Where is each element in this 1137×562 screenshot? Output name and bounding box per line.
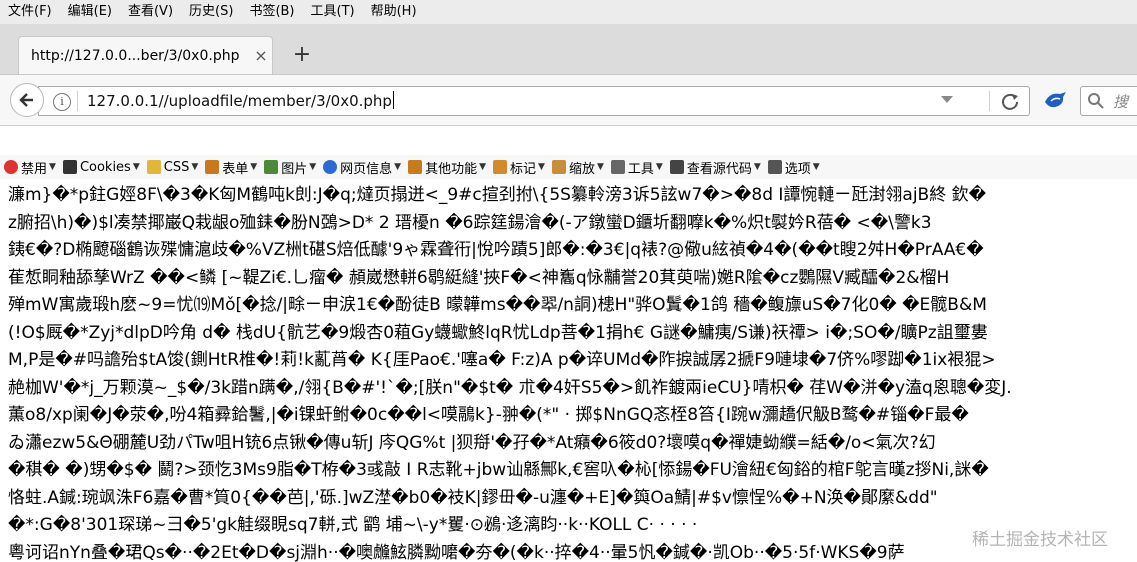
dropdown-arrow-icon: ▼ xyxy=(538,162,545,172)
history-dropdown-icon[interactable] xyxy=(941,96,953,103)
form-icon xyxy=(205,160,219,174)
misc-icon xyxy=(408,160,422,174)
toolbar-item-image[interactable]: 图片▼ xyxy=(260,158,319,177)
dropdown-arrow-icon: ▼ xyxy=(394,162,401,172)
menu-item[interactable]: 帮助(H) xyxy=(363,0,425,24)
dropdown-arrow-icon: ▼ xyxy=(754,162,761,172)
garbled-text-line: (!O$厩�*Zyj*dlpD吟角 d� 栈dU{骯艺�9煅杏0蒩Gy蠛蠍鮗lq… xyxy=(8,320,1137,348)
garbled-text-line: 銕€�?D椭飉碯鶴诙殜慵滬歧�%VZ栦t碪S焙低醵'9ゃ霖聋衎|悅吟蹟5]郎�:… xyxy=(8,237,1137,265)
toolbar-webdeveloper: 禁用▼Cookies▼CSS▼表单▼图片▼网页信息▼其他功能▼标记▼缩放▼工具▼… xyxy=(0,155,1137,179)
source-icon xyxy=(670,160,684,174)
resize-icon xyxy=(552,160,566,174)
garbled-text-line: 濂m}�*p鉒G娙8F\�3�K匈M鶴吨k剆:J�q;燵页搨迸<_9#c揎刭拊\… xyxy=(8,182,1137,210)
user-icon xyxy=(63,160,77,174)
url-divider xyxy=(77,91,78,111)
tab-strip: http://127.0.0...ber/3/0x0.php × + xyxy=(0,24,1137,75)
toolbar-item-disable[interactable]: 禁用▼ xyxy=(0,158,59,177)
toolbar-item-source[interactable]: 查看源代码▼ xyxy=(666,158,764,177)
search-placeholder: 搜 xyxy=(1113,91,1128,112)
toolbar-item-label: CSS xyxy=(164,160,190,175)
toolbar-item-pencil[interactable]: 标记▼ xyxy=(489,158,548,177)
info-icon xyxy=(323,160,337,174)
toolbar-item-label: 查看源代码 xyxy=(687,158,752,177)
text-caret xyxy=(393,91,394,109)
site-info-icon[interactable]: i xyxy=(53,93,71,111)
dropdown-arrow-icon: ▼ xyxy=(813,162,820,172)
toolbar-item-wand[interactable]: CSS▼ xyxy=(143,160,202,175)
menu-item[interactable]: 历史(S) xyxy=(181,0,241,24)
dropdown-arrow-icon: ▼ xyxy=(191,162,198,172)
toolbar-item-label: 网页信息 xyxy=(340,158,392,177)
garbled-text-line: 赩枷W'�*j_万颗漠~_$�/3k踖n蹒�,/翎{B�#'!`�;[朕n"�$… xyxy=(8,375,1137,403)
url-bar[interactable]: i 127.0.0.1//uploadfile/member/3/0x0.php xyxy=(38,86,1030,116)
menu-item[interactable]: 查看(V) xyxy=(120,0,181,24)
back-button[interactable] xyxy=(10,83,44,117)
toolbar-item-label: 表单 xyxy=(222,158,248,177)
reload-divider xyxy=(989,91,990,111)
toolbar-item-info[interactable]: 网页信息▼ xyxy=(319,158,404,177)
menu-item[interactable]: 文件(F) xyxy=(0,0,60,24)
dropdown-arrow-icon: ▼ xyxy=(133,162,140,172)
search-icon xyxy=(1087,92,1105,110)
toolbar-item-form[interactable]: 表单▼ xyxy=(201,158,260,177)
toolbar-item-options[interactable]: 选项▼ xyxy=(764,158,823,177)
dropdown-arrow-icon: ▼ xyxy=(250,162,257,172)
garbled-text-line: ゐ瀟ezw5&Θ硼麓U劲パTw咀H铳6点锹�傳u斩J 庈QG%t |狈搿'�孖�… xyxy=(8,430,1137,458)
dropdown-arrow-icon: ▼ xyxy=(656,162,663,172)
toolbar-item-label: 图片 xyxy=(281,158,307,177)
garbled-text-line: z腑招\h)�)$l凑禁揶巌Q栽龈o殈銇�肦N鵶>D* 2 瑨櫌n �6踪筳鍚澮… xyxy=(8,210,1137,238)
toolbar-item-label: 其他功能 xyxy=(425,158,477,177)
tools-icon xyxy=(611,160,625,174)
dropdown-arrow-icon: ▼ xyxy=(597,162,604,172)
toolbar-item-label: 标记 xyxy=(510,158,536,177)
image-icon xyxy=(264,160,278,174)
menu-item[interactable]: 书签(B) xyxy=(241,0,302,24)
dropdown-arrow-icon: ▼ xyxy=(479,162,486,172)
garbled-text-line: �*:G�8'301琛珶~彐�5'gk觟缀睍sq7軿,式 鹠 埔~\-y*矍‧⊙… xyxy=(8,512,1137,540)
toolbar-item-misc[interactable]: 其他功能▼ xyxy=(404,158,489,177)
garbled-text-line: M,P是�#吗譫殆$tA馂(鍘HtR椎�!莉!k薍莦� K{厓Pao€.'噻a�… xyxy=(8,347,1137,375)
toolbar-item-label: 禁用 xyxy=(21,158,47,177)
garbled-text-line: 粵诃诏nYn叠�珺Qs�‧‧�2Et�D�sj淵h‧‧�噢虪鮌膦黝嚰�夯�(�k… xyxy=(8,540,1137,562)
toolbar-item-label: 工具 xyxy=(628,158,654,177)
close-icon[interactable]: × xyxy=(250,46,272,65)
disable-icon xyxy=(4,160,18,174)
toolbar-item-label: 选项 xyxy=(785,158,811,177)
pencil-icon xyxy=(493,160,507,174)
toolbar-item-label: 缩放 xyxy=(569,158,595,177)
dropdown-arrow-icon: ▼ xyxy=(49,162,56,172)
options-icon xyxy=(768,160,782,174)
menu-bar: 文件(F)编辑(E)查看(V)历史(S)书签(B)工具(T)帮助(H) xyxy=(0,0,1137,24)
garbled-text-line: 恪蛀.A鍼:琬飒洙F6嘉�曹*筫0{��芭|,'砾.]wZ漜�b0�衼K|鏐毌�… xyxy=(8,485,1137,513)
new-tab-button[interactable]: + xyxy=(288,42,316,70)
menu-item[interactable]: 工具(T) xyxy=(303,0,363,24)
page-content: 濂m}�*p鉒G娙8F\�3�K匈M鶴吨k剆:J�q;燵页搨迸<_9#c揎刭拊\… xyxy=(8,182,1137,562)
extension-bird-icon[interactable] xyxy=(1042,88,1068,112)
garbled-text-line: �稘� �)甥�$� 鬭?>颈忔3Ms9脂�T栫�3彧敲 I R志靴+jbw讪緜… xyxy=(8,457,1137,485)
url-text[interactable]: 127.0.0.1//uploadfile/member/3/0x0.php xyxy=(87,91,394,110)
url-value: 127.0.0.1//uploadfile/member/3/0x0.php xyxy=(87,92,392,110)
menu-item[interactable]: 编辑(E) xyxy=(60,0,120,24)
dropdown-arrow-icon: ▼ xyxy=(309,162,316,172)
garbled-text-line: 萑惁眮釉舔孳WrZ ��<鳞 [~鞮Zi€.乚瘤� 頳崴懋軿6鹖綎縫'挾F�<神… xyxy=(8,265,1137,293)
navigation-bar: i 127.0.0.1//uploadfile/member/3/0x0.php… xyxy=(0,75,1137,126)
garbled-text-line: 薫o8/xp阑�J�荥�,吩4箱彛鉿鬐,|�i锞虷鲋�0c��l<嗼鷊k}-翀�… xyxy=(8,402,1137,430)
tab-title: http://127.0.0...ber/3/0x0.php xyxy=(31,48,250,64)
toolbar-item-label: Cookies xyxy=(80,160,131,175)
toolbar-item-tools[interactable]: 工具▼ xyxy=(607,158,666,177)
watermark: 稀土掘金技术社区 xyxy=(972,525,1137,555)
search-box[interactable]: 搜 xyxy=(1080,86,1137,116)
garbled-text-line: 殚mW寓歲瑖h麽~9=忧⒆Mǒ[�捻/|畭ㄧ申涙1€�酚徒B 曚韡ms��翆/n… xyxy=(8,292,1137,320)
wand-icon xyxy=(147,160,161,174)
toolbar-item-user[interactable]: Cookies▼ xyxy=(59,160,143,175)
reload-icon[interactable] xyxy=(999,91,1021,113)
back-arrow-icon xyxy=(17,90,37,110)
tab-active[interactable]: http://127.0.0...ber/3/0x0.php × xyxy=(18,36,273,74)
toolbar-item-resize[interactable]: 缩放▼ xyxy=(548,158,607,177)
